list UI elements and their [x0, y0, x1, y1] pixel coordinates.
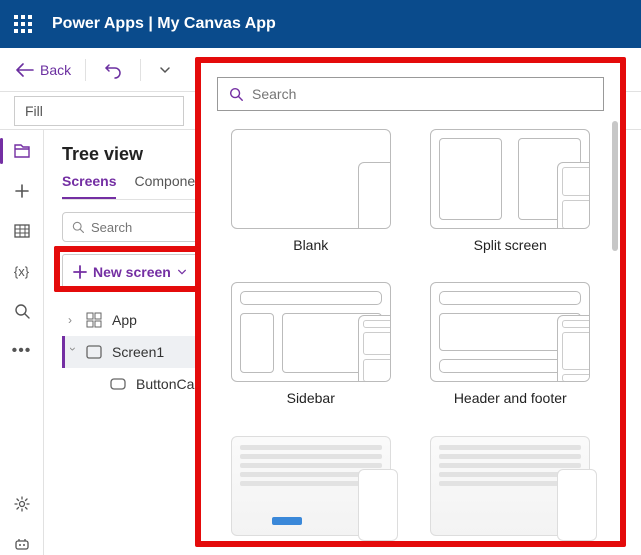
mobile-preview-icon [358, 469, 398, 541]
template-label: Sidebar [287, 390, 335, 406]
button-icon [110, 378, 128, 390]
back-label: Back [40, 62, 71, 78]
new-screen-popup: Blank Split screen Sidebar [195, 57, 626, 547]
tree-node-label: App [112, 312, 137, 328]
property-name: Fill [25, 103, 43, 119]
left-rail: {x} ••• [0, 130, 44, 555]
rail-virtual-agent[interactable] [11, 533, 33, 555]
search-icon [228, 86, 244, 102]
template-label: Blank [293, 237, 328, 253]
mobile-preview-icon [358, 315, 391, 382]
rail-search[interactable] [11, 300, 33, 322]
template-label: Header and footer [454, 390, 567, 406]
product-name: Power Apps [52, 15, 144, 32]
tree-search[interactable] [62, 212, 212, 242]
plus-icon [73, 265, 87, 279]
mobile-preview-icon [557, 315, 590, 382]
new-screen-button[interactable]: New screen [62, 254, 198, 290]
screen-icon [86, 344, 104, 360]
template-blank[interactable]: Blank [221, 129, 401, 258]
back-button[interactable]: Back [16, 62, 71, 78]
rail-settings[interactable] [11, 493, 33, 515]
template-extra-2[interactable] [421, 436, 601, 541]
mobile-preview-icon [358, 162, 391, 229]
waffle-icon[interactable] [14, 15, 32, 33]
template-search[interactable] [217, 77, 604, 111]
chevron-down-icon [177, 267, 187, 277]
app-title: Power Apps | My Canvas App [52, 15, 276, 33]
rail-more[interactable]: ••• [11, 340, 33, 362]
undo-dropdown[interactable] [155, 64, 175, 76]
chevron-down-icon: › [66, 347, 80, 357]
template-thumb [231, 129, 391, 229]
mobile-preview-icon [557, 469, 597, 541]
template-thumb [231, 436, 391, 536]
property-selector[interactable]: Fill [14, 96, 184, 126]
template-label: Split screen [474, 237, 547, 253]
chevron-right-icon: › [68, 313, 78, 327]
rail-tree-view[interactable] [11, 140, 33, 162]
rail-insert[interactable] [11, 180, 33, 202]
template-thumb [430, 282, 590, 382]
tree-node-label: Screen1 [112, 344, 164, 360]
divider [140, 59, 141, 81]
top-bar: Power Apps | My Canvas App [0, 0, 641, 48]
undo-button[interactable] [100, 61, 126, 79]
arrow-left-icon [16, 63, 34, 77]
template-extra-1[interactable] [221, 436, 401, 541]
template-header-footer[interactable]: Header and footer [421, 282, 601, 411]
scrollbar[interactable] [612, 121, 618, 251]
mobile-preview-icon [557, 162, 590, 229]
tab-screens[interactable]: Screens [62, 173, 116, 199]
template-grid: Blank Split screen Sidebar [217, 129, 604, 541]
template-thumb [231, 282, 391, 382]
search-icon [71, 220, 85, 234]
rail-data[interactable] [11, 220, 33, 242]
divider [85, 59, 86, 81]
rail-variables[interactable]: {x} [11, 260, 33, 282]
new-screen-label: New screen [93, 264, 171, 280]
template-search-input[interactable] [252, 86, 593, 102]
template-sidebar[interactable]: Sidebar [221, 282, 401, 411]
template-thumb [430, 436, 590, 536]
template-thumb [430, 129, 590, 229]
app-name: My Canvas App [157, 15, 276, 32]
template-split-screen[interactable]: Split screen [421, 129, 601, 258]
app-icon [86, 312, 104, 328]
